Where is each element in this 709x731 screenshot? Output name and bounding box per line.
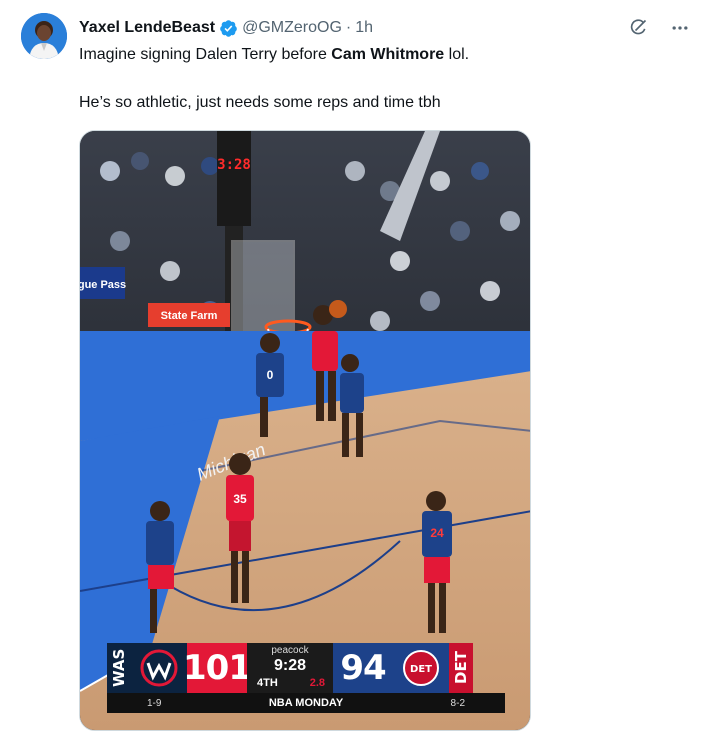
- svg-text:35: 35: [233, 492, 247, 506]
- handle[interactable]: @GMZeroOG: [242, 19, 342, 37]
- away-score: 101: [183, 643, 252, 693]
- video-media[interactable]: 3:28 gue Pass State Farm Michigan: [79, 130, 531, 731]
- pistons-logo-icon: DET: [393, 643, 449, 693]
- network-label: peacock: [271, 645, 309, 656]
- game-status: peacock 9:28 4TH 2.8: [247, 643, 333, 693]
- svg-text:0: 0: [267, 368, 274, 382]
- away-team-abbr: WAS: [107, 643, 131, 693]
- tweet-top-actions: [627, 17, 691, 39]
- broadcast-branding: NBA MONDAY: [268, 697, 344, 709]
- home-record: 8-2: [450, 697, 465, 709]
- svg-text:DET: DET: [410, 664, 432, 675]
- svg-text:24: 24: [430, 526, 444, 540]
- tweet-text: Imagine signing Dalen Terry before Cam W…: [79, 44, 689, 114]
- tweet: Yaxel LendeBeast @GMZeroOG · 1h Imagine …: [0, 0, 709, 731]
- home-team-abbr: DET: [449, 643, 473, 693]
- tweet-header: Yaxel LendeBeast @GMZeroOG · 1h: [79, 17, 373, 39]
- basketball-scene: 3:28 gue Pass State Farm Michigan: [80, 131, 530, 730]
- verified-badge-icon: [219, 19, 238, 38]
- timestamp[interactable]: 1h: [355, 19, 373, 37]
- separator-dot: ·: [345, 19, 352, 36]
- wizards-logo-icon: [131, 643, 187, 693]
- bold-mention: Cam Whitmore: [331, 46, 445, 63]
- tweet-line-2: He’s so athletic, just needs some reps a…: [79, 94, 441, 111]
- game-clock: 9:28: [273, 657, 307, 674]
- display-name[interactable]: Yaxel LendeBeast: [79, 19, 215, 37]
- text-segment: lol.: [444, 46, 470, 63]
- scorebug: WAS 101 peacock 9:28 4TH 2.8 94 DET DET …: [107, 643, 505, 717]
- svg-text:3:28: 3:28: [217, 157, 251, 173]
- grok-icon[interactable]: [627, 17, 649, 39]
- period: 4TH: [257, 677, 278, 689]
- avatar[interactable]: [21, 13, 67, 59]
- svg-text:gue Pass: gue Pass: [80, 279, 126, 291]
- scorebug-footer: 1-9 NBA MONDAY 8-2: [107, 693, 505, 713]
- text-segment: Imagine signing Dalen Terry before: [79, 46, 332, 63]
- home-score: 94: [333, 643, 393, 693]
- more-options-icon[interactable]: [669, 17, 691, 39]
- shot-clock: 2.8: [309, 677, 325, 689]
- svg-text:State Farm: State Farm: [161, 310, 218, 322]
- tweet-line-1: Imagine signing Dalen Terry before Cam W…: [79, 44, 689, 66]
